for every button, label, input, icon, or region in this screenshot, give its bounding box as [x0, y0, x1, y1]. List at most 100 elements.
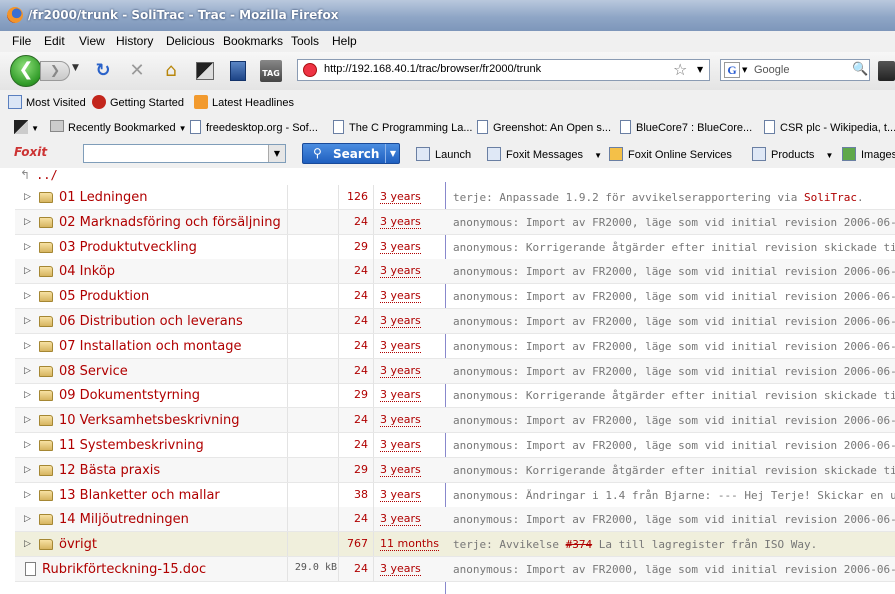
- revision-link[interactable]: 24: [338, 562, 368, 575]
- entry-name-link[interactable]: 08 Service: [59, 364, 128, 379]
- revision-link[interactable]: 24: [338, 339, 368, 352]
- search-magnifier-icon[interactable]: 🔍: [852, 62, 868, 77]
- bookmark-c-programming[interactable]: The C Programming La...: [333, 120, 473, 134]
- bookmarks-menu-icon[interactable]: ▼: [14, 120, 39, 134]
- url-text[interactable]: http://192.168.40.1/trac/browser/fr2000/…: [324, 63, 541, 75]
- revision-link[interactable]: 29: [338, 388, 368, 401]
- ticket-link[interactable]: #374: [566, 538, 593, 551]
- age-link[interactable]: 3 years: [380, 512, 421, 527]
- folder-row[interactable]: ▷ 06 Distribution och leverans 24 3 years an…: [15, 309, 895, 334]
- bookmark-star-icon[interactable]: ☆: [673, 60, 687, 79]
- entry-name-link[interactable]: 12 Bästa praxis: [59, 463, 160, 478]
- folder-row[interactable]: ▷ 04 Inköp 24 3 years anonymous: Import av F…: [15, 259, 895, 285]
- revision-link[interactable]: 24: [338, 289, 368, 302]
- folder-row[interactable]: ▷ 02 Marknadsföring och försäljning 24 3 ye…: [15, 209, 895, 235]
- age-link[interactable]: 3 years: [380, 214, 421, 229]
- google-engine-icon[interactable]: G: [724, 62, 740, 78]
- revision-link[interactable]: 38: [338, 488, 368, 501]
- age-link[interactable]: 3 years: [380, 462, 421, 477]
- age-link[interactable]: 3 years: [380, 264, 421, 279]
- expand-triangle-icon[interactable]: ▷: [24, 366, 31, 376]
- reload-icon[interactable]: ↻: [92, 60, 114, 82]
- entry-name-link[interactable]: 14 Miljöutredningen: [59, 512, 189, 527]
- folder-row[interactable]: ▷ 08 Service 24 3 years anonymous: Import av…: [15, 358, 895, 384]
- revision-link[interactable]: 24: [338, 413, 368, 426]
- age-link[interactable]: 3 years: [380, 239, 421, 254]
- entry-name-link[interactable]: 10 Verksamhetsbeskrivning: [59, 413, 239, 428]
- history-dropdown-icon[interactable]: ▼: [72, 63, 79, 73]
- revision-link[interactable]: 126: [338, 190, 368, 203]
- revision-link[interactable]: 24: [338, 264, 368, 277]
- bookmark-recently-bookmarked[interactable]: Recently Bookmarked ▼: [50, 120, 187, 134]
- expand-triangle-icon[interactable]: ▷: [24, 266, 31, 276]
- age-link[interactable]: 3 years: [380, 314, 421, 328]
- entry-name-link[interactable]: 06 Distribution och leverans: [59, 314, 243, 329]
- entry-name-link[interactable]: 04 Inköp: [59, 264, 115, 279]
- expand-triangle-icon[interactable]: ▷: [24, 390, 31, 400]
- bookmark-latest-headlines[interactable]: Latest Headlines: [194, 95, 294, 109]
- age-link[interactable]: 3 years: [380, 562, 421, 576]
- screenshot-tool-icon[interactable]: [194, 60, 216, 82]
- age-link[interactable]: 3 years: [380, 289, 421, 304]
- entry-name-link[interactable]: 01 Ledningen: [59, 190, 148, 205]
- foxit-launch[interactable]: Launch: [416, 147, 471, 161]
- expand-triangle-icon[interactable]: ▷: [24, 217, 31, 227]
- folder-row[interactable]: ▷ 12 Bästa praxis 29 3 years anonymous: Korr…: [15, 457, 895, 483]
- revision-link[interactable]: 29: [338, 463, 368, 476]
- menu-tools[interactable]: Tools: [291, 34, 319, 48]
- home-icon[interactable]: ⌂: [160, 60, 182, 82]
- expand-triangle-icon[interactable]: ▷: [24, 341, 31, 351]
- chevron-down-icon[interactable]: ▼: [385, 144, 400, 163]
- age-link[interactable]: 3 years: [380, 388, 421, 403]
- expand-triangle-icon[interactable]: ▷: [24, 539, 31, 549]
- age-link[interactable]: 3 years: [380, 338, 421, 353]
- folder-row[interactable]: ▷ 13 Blanketter och mallar 38 3 years anonym…: [15, 482, 895, 508]
- folder-row[interactable]: ▷ 09 Dokumentstyrning 29 3 years anonymous: …: [15, 383, 895, 409]
- expand-triangle-icon[interactable]: ▷: [24, 465, 31, 475]
- folder-row[interactable]: ▷ övrigt 767 11 months terje: Avvikelse #374…: [15, 532, 895, 558]
- bookmark-csr-wikipedia[interactable]: CSR plc - Wikipedia, t...: [764, 120, 895, 134]
- age-link[interactable]: 3 years: [380, 487, 421, 502]
- url-bar[interactable]: http://192.168.40.1/trac/browser/fr2000/…: [297, 59, 710, 81]
- foxit-search-input[interactable]: ▼: [83, 144, 286, 163]
- bookmark-getting-started[interactable]: Getting Started: [92, 95, 184, 109]
- back-button[interactable]: ❮: [10, 55, 42, 87]
- age-link[interactable]: 3 years: [380, 363, 421, 378]
- menu-edit[interactable]: Edit: [44, 34, 65, 48]
- menu-delicious[interactable]: Delicious: [166, 34, 215, 48]
- web-search-box[interactable]: G ▼ Google 🔍: [720, 59, 870, 81]
- folder-row[interactable]: ▷ 14 Miljöutredningen 24 3 years anonymous: …: [15, 507, 895, 533]
- entry-name-link[interactable]: 05 Produktion: [59, 289, 149, 304]
- expand-triangle-icon[interactable]: ▷: [24, 514, 31, 524]
- expand-triangle-icon[interactable]: ▷: [24, 440, 31, 450]
- menu-bookmarks[interactable]: Bookmarks: [223, 34, 283, 48]
- revision-link[interactable]: 767: [338, 537, 368, 550]
- entry-name-link[interactable]: 03 Produktutveckling: [59, 240, 197, 255]
- folder-row[interactable]: ▷ 10 Verksamhetsbeskrivning 24 3 years anony…: [15, 408, 895, 434]
- folder-row[interactable]: ▷ 11 Systembeskrivning 24 3 years anonymous:…: [15, 433, 895, 458]
- menu-history[interactable]: History: [116, 34, 153, 48]
- revision-link[interactable]: 24: [338, 364, 368, 377]
- entry-name-link[interactable]: 02 Marknadsföring och försäljning: [59, 215, 281, 230]
- age-link[interactable]: 3 years: [380, 190, 421, 204]
- revision-link[interactable]: 29: [338, 240, 368, 253]
- search-placeholder[interactable]: Google: [754, 64, 789, 76]
- toolbar-extension-icon[interactable]: [878, 61, 895, 81]
- engine-dropdown-icon[interactable]: ▼: [742, 66, 747, 74]
- age-link[interactable]: 11 months: [380, 537, 439, 552]
- parent-directory-link[interactable]: ↰ ../: [20, 168, 58, 183]
- age-link[interactable]: 3 years: [380, 413, 421, 428]
- foxit-online-services[interactable]: Foxit Online Services: [609, 147, 732, 161]
- file-row[interactable]: Rubrikförteckning-15.doc 29.0 kB 24 3 years…: [15, 557, 895, 582]
- foxit-images[interactable]: Images: [842, 147, 895, 161]
- bookmark-freedesktop[interactable]: freedesktop.org - Sof...: [190, 120, 318, 134]
- entry-name-link[interactable]: 09 Dokumentstyrning: [59, 388, 200, 403]
- chevron-down-icon[interactable]: ▼: [268, 145, 285, 162]
- expand-triangle-icon[interactable]: ▷: [24, 192, 31, 202]
- foxit-search-button[interactable]: ⚲ Search ▼: [302, 143, 400, 164]
- revision-link[interactable]: 24: [338, 512, 368, 525]
- bookmark-greenshot[interactable]: Greenshot: An Open s...: [477, 120, 611, 134]
- foxit-logo[interactable]: Foxit: [14, 145, 47, 159]
- entry-name-link[interactable]: 11 Systembeskrivning: [59, 438, 204, 453]
- menu-file[interactable]: File: [12, 34, 31, 48]
